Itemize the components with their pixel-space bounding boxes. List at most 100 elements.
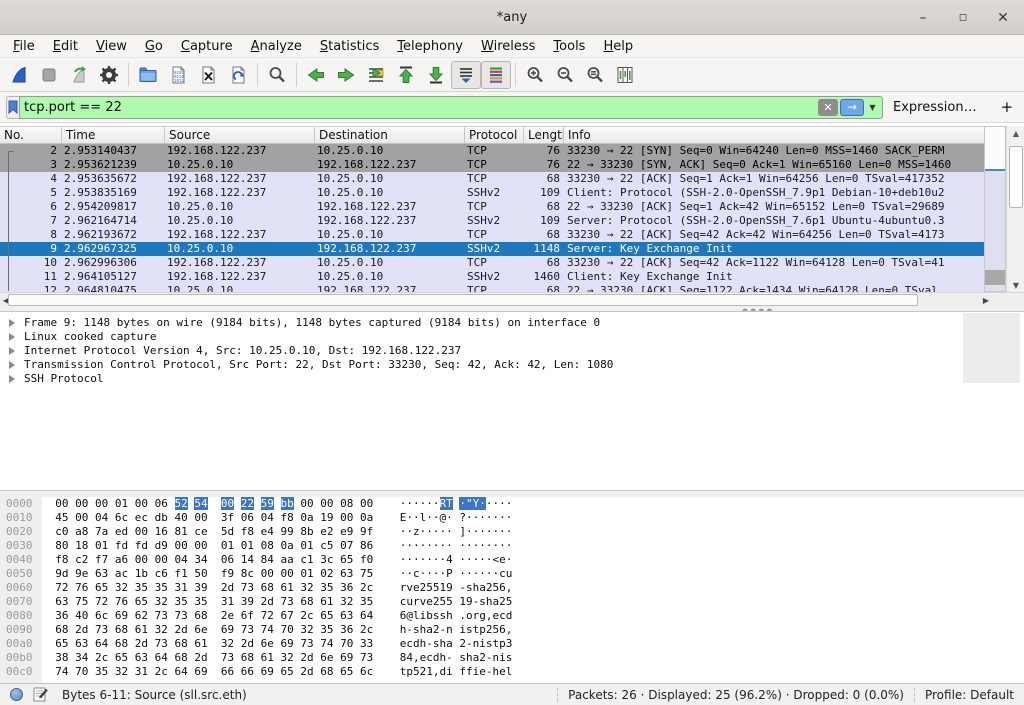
hex-byte[interactable]: 8c [241,567,254,580]
ascii-char[interactable]: s [459,651,466,664]
hex-byte[interactable]: 63 [340,567,353,580]
go-forward-button[interactable] [331,61,361,89]
hex-byte[interactable]: 3c [320,553,333,566]
hex-byte[interactable]: 63 [75,637,88,650]
packet-row-12[interactable]: 122.96481047510.25.0.10192.168.122.237TC… [0,284,984,292]
hex-byte[interactable]: 08 [340,497,353,510]
hex-byte[interactable]: e2 [320,525,333,538]
hex-byte[interactable]: 07 [340,539,353,552]
ascii-char[interactable]: · [426,525,433,538]
ascii-char[interactable]: - [466,637,473,650]
hex-byte[interactable]: 66 [241,665,254,678]
hex-byte[interactable]: 0a [300,511,313,524]
ascii-char[interactable]: - [486,651,493,664]
hex-row-00b0[interactable]: 00b0 38 34 2c 65 63 64 68 2d 73 68 61 32… [0,651,1024,665]
hex-byte[interactable]: 65 [320,609,333,622]
ascii-char[interactable]: s [506,651,513,664]
hex-byte[interactable]: 6c [115,511,128,524]
detail-line-4[interactable]: SSH Protocol [0,372,1024,386]
col-no[interactable]: No. [0,127,62,143]
ascii-char[interactable]: · [486,497,493,510]
hex-byte[interactable]: 00 [135,525,148,538]
ascii-char[interactable]: · [506,539,513,552]
minimize-button[interactable]: – [910,5,936,31]
packet-list-vscrollbar[interactable]: ▲ ▼ [1006,126,1024,292]
hex-byte[interactable]: 64 [155,651,168,664]
ascii-char[interactable]: T [446,497,453,510]
hex-byte[interactable]: 01 [221,539,234,552]
ascii-char[interactable]: · [459,539,466,552]
hscroll-thumb[interactable] [8,294,918,306]
hex-byte[interactable]: 6c [95,609,108,622]
menu-file[interactable]: File [4,37,44,56]
filter-clear-button[interactable]: ✕ [818,99,838,116]
ascii-char[interactable]: s [466,623,473,636]
hex-byte[interactable]: 00 [55,497,68,510]
ascii-char[interactable]: , [413,651,420,664]
filter-history-dropdown[interactable]: ▼ [866,99,879,116]
ascii-char[interactable]: 6 [499,581,506,594]
ascii-char[interactable]: · [406,497,413,510]
ascii-char[interactable]: · [499,539,506,552]
ascii-char[interactable]: · [466,567,473,580]
hex-byte[interactable]: 00 [75,511,88,524]
ascii-char[interactable]: · [413,553,420,566]
hex-byte[interactable]: 3f [221,511,234,524]
hex-byte[interactable]: db [155,511,168,524]
hex-byte[interactable]: 8b [300,525,313,538]
ascii-char[interactable]: p [499,637,506,650]
hex-byte[interactable]: 68 [300,595,313,608]
ascii-char[interactable]: c [413,567,420,580]
hex-byte[interactable]: 31 [175,581,188,594]
hex-byte[interactable]: 2d [135,637,148,650]
hex-byte[interactable]: 08 [261,539,274,552]
hex-byte[interactable]: 2e [221,609,234,622]
ascii-char[interactable]: · [479,539,486,552]
ascii-char[interactable]: d [506,609,513,622]
hex-byte[interactable]: 75 [75,595,88,608]
ascii-char[interactable]: · [466,511,473,524]
detail-line-0[interactable]: Frame 9: 1148 bytes on wire (9184 bits),… [0,316,1024,330]
hex-byte[interactable]: 04 [261,511,274,524]
ascii-char[interactable]: · [486,567,493,580]
hex-row-0060[interactable]: 0060 72 76 65 32 35 35 31 39 2d 73 68 61… [0,581,1024,595]
ascii-char[interactable]: · [433,497,440,510]
hex-byte[interactable]: 0a [281,539,294,552]
hex-byte[interactable]: 14 [241,553,254,566]
ascii-char[interactable]: - [406,623,413,636]
ascii-char[interactable]: h [446,609,453,622]
hex-byte[interactable]: 00 [135,497,148,510]
ascii-char[interactable]: 2 [486,581,493,594]
hex-byte[interactable]: 00 [300,497,313,510]
ascii-char[interactable]: g [479,609,486,622]
hex-byte[interactable]: 01 [300,567,313,580]
profile-text[interactable]: Profile: Default [925,688,1014,702]
hex-byte[interactable]: 73 [281,595,294,608]
hex-byte[interactable]: 65 [135,595,148,608]
ascii-char[interactable]: n [446,623,453,636]
hex-byte[interactable]: 00 [75,497,88,510]
hex-byte[interactable]: 75 [360,567,373,580]
hex-byte[interactable]: 32 [300,581,313,594]
hex-row-0020[interactable]: 0020 c0 a8 7a ed 00 16 81 ce 5d f8 e4 99… [0,525,1024,539]
hex-row-0080[interactable]: 0080 36 40 6c 69 62 73 73 68 2e 6f 72 67… [0,609,1024,623]
hex-byte[interactable]: 2c [360,581,373,594]
col-length[interactable]: Length [524,127,564,143]
hex-byte[interactable]: 65 [95,581,108,594]
find-packet-button[interactable] [262,61,292,89]
hex-byte[interactable]: 00 [221,497,234,510]
hex-byte[interactable]: 81 [175,525,188,538]
ascii-char[interactable]: e [499,665,506,678]
hex-byte[interactable]: fd [135,539,148,552]
hex-byte[interactable]: 02 [320,567,333,580]
ascii-char[interactable]: 5 [413,665,420,678]
ascii-char[interactable]: @ [406,609,413,622]
hex-byte[interactable]: 68 [194,609,207,622]
ascii-char[interactable]: s [486,637,493,650]
packet-list-hscrollbar[interactable]: ◀ ▶ [0,292,1024,306]
hex-byte[interactable]: 00 [194,539,207,552]
hex-byte[interactable]: 62 [135,609,148,622]
ascii-char[interactable]: · [506,497,513,510]
hex-byte[interactable]: 73 [155,637,168,650]
expand-arrow-icon[interactable] [9,347,15,355]
